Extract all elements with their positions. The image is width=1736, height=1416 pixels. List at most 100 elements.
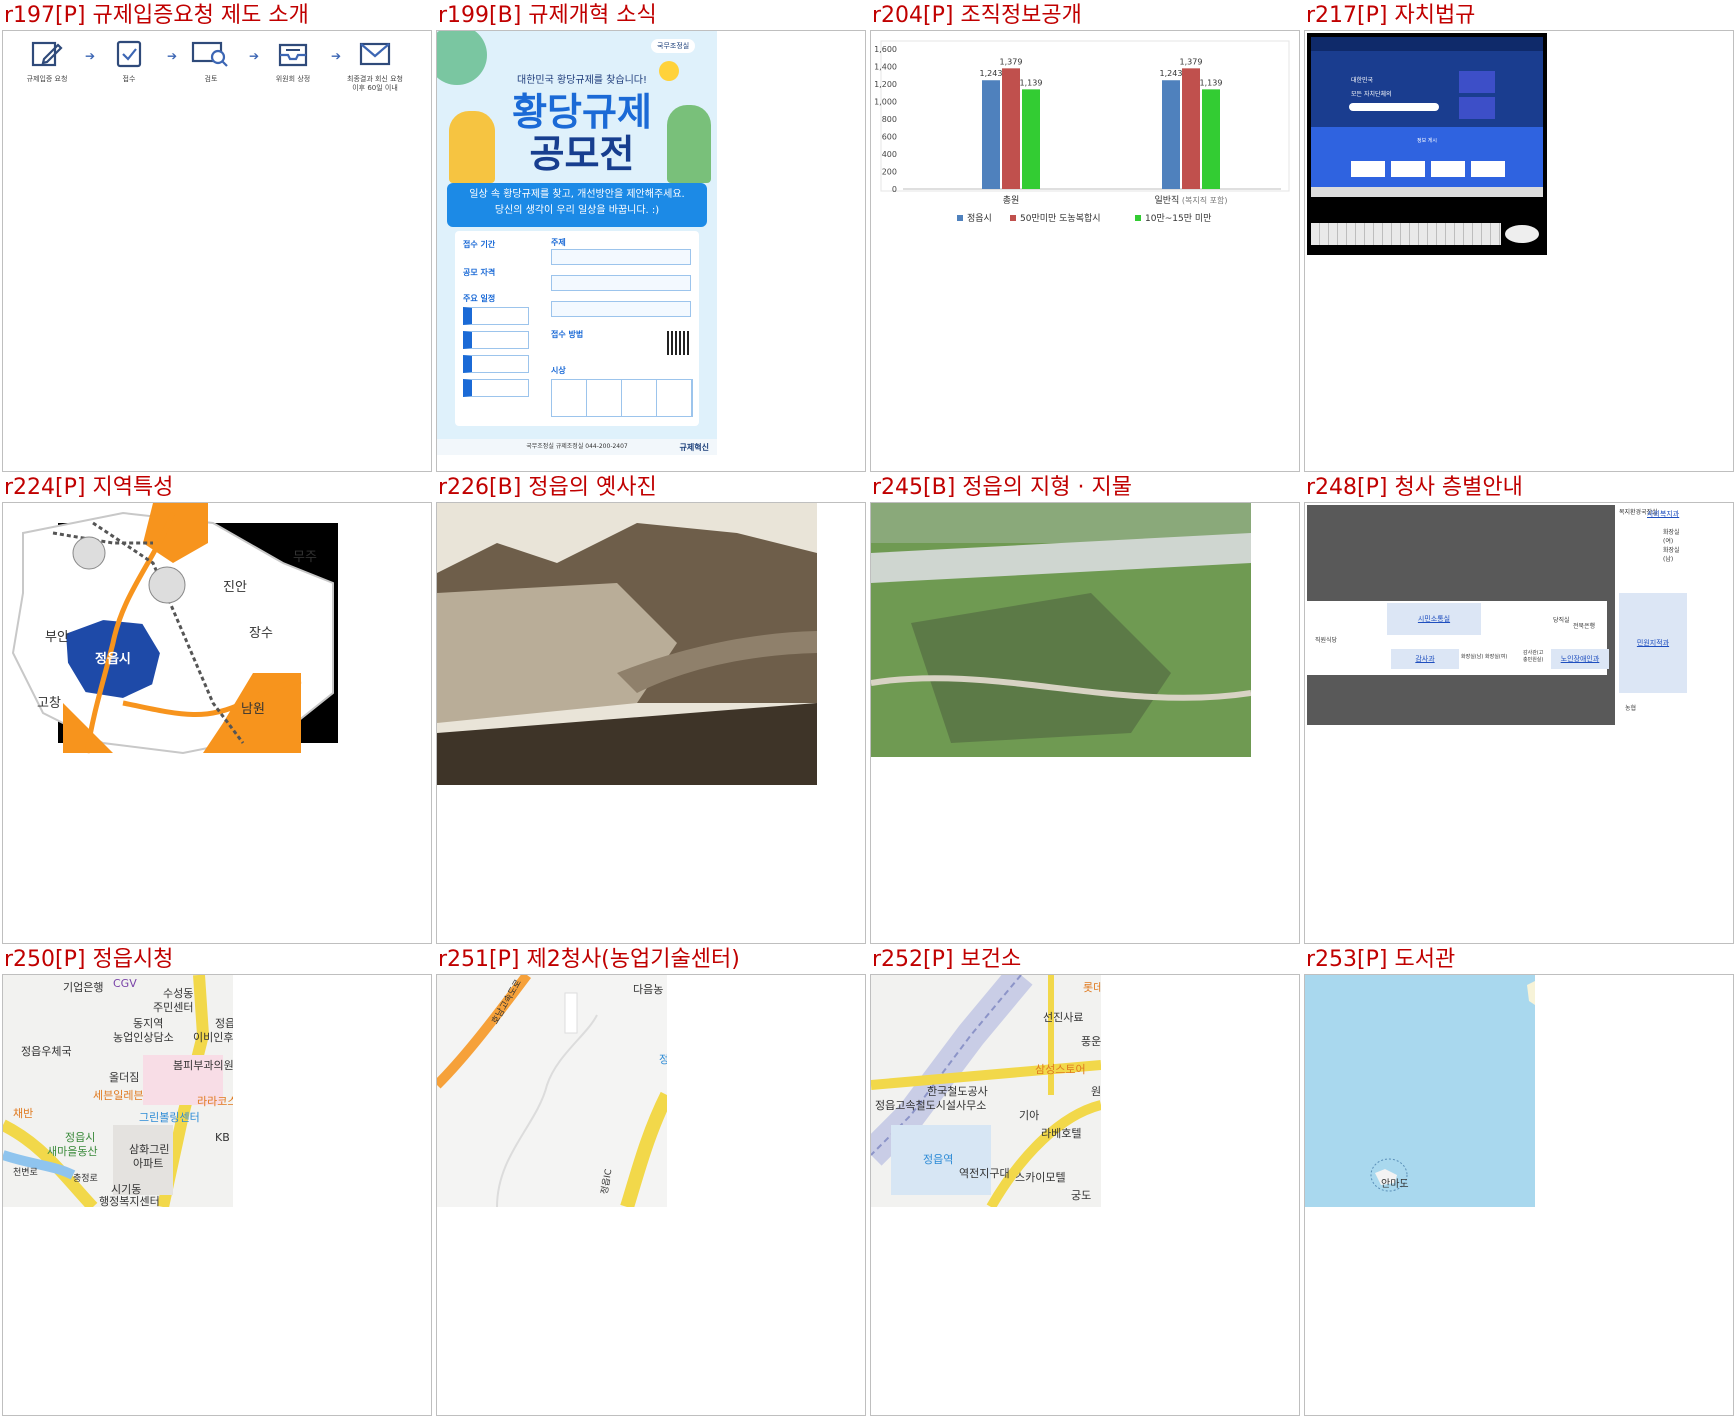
- process-step: 최종결과 회신 요청 이후 60일 이내: [343, 39, 407, 93]
- x-tick-note: (복지직 포함): [1179, 195, 1227, 205]
- y-tick-label: 1,600: [874, 45, 897, 54]
- map-label: 정: [659, 1051, 667, 1067]
- map-label: 그린볼링센터: [139, 1111, 200, 1124]
- cell-title[interactable]: r224[P] 지역특성: [4, 472, 173, 502]
- room-label: 화장실(여): [1663, 529, 1680, 545]
- cell-preview[interactable]: 규제입증 요청 ➔ 접수 ➔ 검토 ➔ 위원회 상정 ➔ 최종결과 회신 요청 …: [2, 30, 432, 472]
- cell-title[interactable]: r248[P] 청사 층별안내: [1306, 472, 1523, 502]
- room-link-elderly[interactable]: 노인장애인과: [1551, 649, 1609, 669]
- data-label: 1,379: [1000, 57, 1023, 66]
- poster-footer: 국무조정실 규제조정실 044-200-2407: [437, 439, 717, 455]
- schedule-item: [463, 355, 529, 373]
- cell-preview[interactable]: 복지환경국장실 사회복지과 화장실(여) 화장실(남) 시민소통실 당직실 전북…: [1304, 502, 1734, 944]
- search-input[interactable]: [1349, 103, 1439, 111]
- monitor-screen: 대한민국 모든 자치단체의 정보 게시: [1311, 37, 1543, 187]
- cell-r224[interactable]: r224[P] 지역특성 무주 진안 부안 정읍시 장수 고창 남원: [0, 472, 432, 944]
- cell-r252[interactable]: r252[P] 보건소 롯데 선진사료 풍운 삼성스토어 원 한국철도공사 정읍…: [868, 944, 1300, 1416]
- y-tick-label: 0: [892, 185, 897, 194]
- info-heading: 공모 자격: [463, 268, 496, 277]
- topic-list: [551, 249, 691, 321]
- info-heading: 주요 일정: [463, 294, 496, 303]
- map-label: 풍운: [1081, 1035, 1101, 1048]
- map-label: 정읍역: [923, 1153, 954, 1166]
- cell-preview[interactable]: 안마도: [1304, 974, 1734, 1416]
- room-label: 화장실(여): [1485, 654, 1508, 660]
- notice-card[interactable]: [1391, 161, 1425, 177]
- cell-preview[interactable]: 롯데 선진사료 풍운 삼성스토어 원 한국철도공사 정읍고속철도시설사무소 기아…: [870, 974, 1300, 1416]
- region-label: 장수: [249, 626, 273, 641]
- quick-link-card[interactable]: [1459, 97, 1495, 119]
- cell-preview[interactable]: 무주 진안 부안 정읍시 장수 고창 남원: [2, 502, 432, 944]
- cell-title[interactable]: r197[P] 규제입증요청 제도 소개: [4, 0, 309, 30]
- notice-card[interactable]: [1431, 161, 1465, 177]
- map-label: 농업인상담소: [113, 1031, 174, 1044]
- cell-r204[interactable]: r204[P] 조직정보공개 0 200 400 600 800 1,000 1,200 1,…: [868, 0, 1300, 472]
- cell-title[interactable]: r217[P] 자치법규: [1306, 0, 1475, 30]
- mail-icon: [359, 42, 391, 66]
- qr-code-icon[interactable]: [667, 331, 691, 355]
- room-link-social-welfare[interactable]: 사회복지과: [1647, 509, 1679, 519]
- library-map[interactable]: 안마도: [1305, 975, 1535, 1207]
- room-link-civic[interactable]: 시민소통실: [1387, 603, 1481, 635]
- poster-banner: 일상 속 황당규제를 찾고, 개선방안을 제안해주세요. 당신의 생각이 우리 …: [447, 183, 707, 227]
- map-label: 다음농: [633, 983, 664, 996]
- cell-title[interactable]: r253[P] 도서관: [1306, 944, 1455, 974]
- cell-preview[interactable]: [436, 502, 866, 944]
- process-step: 규제입증 요청: [15, 39, 79, 84]
- bar: [982, 80, 1000, 189]
- room-link-civil-land[interactable]: 민원지적과: [1619, 593, 1687, 693]
- agri-center-map[interactable]: 다음농 호남고속도로 정 정읍IC: [437, 975, 667, 1207]
- poster-title-line: 공모전: [529, 132, 635, 176]
- cell-r226[interactable]: r226[B] 정읍의 옛사진: [434, 472, 866, 944]
- cell-preview[interactable]: [870, 502, 1300, 944]
- notice-section: 정보 게시: [1311, 127, 1543, 187]
- y-tick-label: 800: [882, 115, 897, 124]
- cell-preview[interactable]: CGV 기업은행 수성동 주민센터 동지역 농업인상담소 정읍 이비인후과 정읍…: [2, 974, 432, 1416]
- map-label: 안마도: [1381, 1179, 1409, 1190]
- cell-title[interactable]: r199[B] 규제개혁 소식: [438, 0, 657, 30]
- cell-preview[interactable]: 다음농 호남고속도로 정 정읍IC: [436, 974, 866, 1416]
- notice-card[interactable]: [1471, 161, 1505, 177]
- cell-r251[interactable]: r251[P] 제2청사(농업기술센터) 다음농 호남고속도로 정 정읍IC: [434, 944, 866, 1416]
- aerial-village-photo: [871, 503, 1252, 757]
- cell-r197[interactable]: r197[P] 규제입증요청 제도 소개 규제입증 요청 ➔ 접수 ➔ 검토 ➔…: [0, 0, 432, 472]
- hero-text: 대한민국: [1351, 77, 1374, 84]
- info-heading: 주제: [551, 238, 566, 247]
- notice-card[interactable]: [1351, 161, 1385, 177]
- map-label: 스카이모텔: [1015, 1171, 1066, 1184]
- y-tick-label: 1,200: [874, 80, 897, 89]
- y-tick-label: 200: [882, 168, 897, 177]
- map-label: 선진사료: [1043, 1011, 1084, 1024]
- cell-r217[interactable]: r217[P] 자치법규 대한민국 모든 자치단체의 정보 게시: [1302, 0, 1734, 472]
- room-label: 직원식당: [1315, 637, 1338, 644]
- y-tick-label: 1,400: [874, 63, 897, 72]
- cell-title[interactable]: r245[B] 정읍의 지형 · 지물: [872, 472, 1132, 502]
- city-hall-map[interactable]: CGV 기업은행 수성동 주민센터 동지역 농업인상담소 정읍 이비인후과 정읍…: [3, 975, 233, 1207]
- step-label: 위원회 상정: [275, 75, 311, 83]
- info-heading: 접수 방법: [551, 330, 584, 339]
- cell-title[interactable]: r204[P] 조직정보공개: [872, 0, 1082, 30]
- cell-title[interactable]: r252[P] 보건소: [872, 944, 1021, 974]
- region-label: 고창: [37, 696, 61, 711]
- y-tick-label: 600: [882, 133, 897, 142]
- cell-title[interactable]: r226[B] 정읍의 옛사진: [438, 472, 657, 502]
- cell-r248[interactable]: r248[P] 청사 층별안내 복지환경국장실 사회복지과 화장실(여) 화장실…: [1302, 472, 1734, 944]
- quick-link-card[interactable]: [1459, 71, 1495, 93]
- room-link-audit[interactable]: 감사과: [1391, 649, 1459, 669]
- cell-r199[interactable]: r199[B] 규제개혁 소식 국무조정실 대한민국 황당규제를 찾습니다! 황…: [434, 0, 866, 472]
- mouse-illustration: [1505, 225, 1539, 243]
- cell-title[interactable]: r251[P] 제2청사(농업기술센터): [438, 944, 740, 974]
- old-dam-photo: [437, 503, 817, 785]
- cell-title[interactable]: r250[P] 정읍시청: [4, 944, 173, 974]
- cell-preview[interactable]: 0 200 400 600 800 1,000 1,200 1,400 1,600 1,243 1,…: [870, 30, 1300, 472]
- cell-r253[interactable]: r253[P] 도서관 안마도: [1302, 944, 1734, 1416]
- health-center-map[interactable]: 롯데 선진사료 풍운 삼성스토어 원 한국철도공사 정읍고속철도시설사무소 기아…: [871, 975, 1101, 1207]
- map-label: 기업은행: [63, 981, 104, 994]
- cell-preview[interactable]: 국무조정실 대한민국 황당규제를 찾습니다! 황당규제 공모전 일상 속 황당규…: [436, 30, 866, 472]
- cell-r245[interactable]: r245[B] 정읍의 지형 · 지물: [868, 472, 1300, 944]
- cell-preview[interactable]: 대한민국 모든 자치단체의 정보 게시: [1304, 30, 1734, 472]
- legend-swatch: [1010, 215, 1016, 221]
- cell-r250[interactable]: r250[P] 정읍시청 CGV 기업은행 수성동 주민센터 동지역 농업인상담…: [0, 944, 432, 1416]
- bar: [1002, 68, 1020, 189]
- map-label: 이비인후과: [193, 1031, 233, 1044]
